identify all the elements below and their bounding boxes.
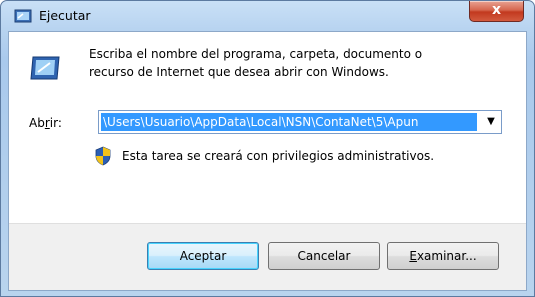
open-input[interactable]: \Users\Usuario\AppData\Local\NSN\ContaNe… xyxy=(101,113,477,131)
button-area: Aceptar Cancelar Examinar... xyxy=(9,223,526,290)
description-line: Escriba el nombre del programa, carpeta,… xyxy=(89,47,423,61)
shield-icon xyxy=(95,146,111,166)
cancel-button[interactable]: Cancelar xyxy=(268,242,380,270)
open-label-part: Ab xyxy=(29,116,45,130)
open-label-part: ir: xyxy=(49,116,62,130)
chevron-down-icon[interactable]: ▼ xyxy=(483,113,499,131)
browse-mnemonic: E xyxy=(409,249,417,263)
admin-note: Esta tarea se creará con privilegios adm… xyxy=(122,149,435,163)
dialog-body: Escriba el nombre del programa, carpeta,… xyxy=(8,31,527,291)
run-icon xyxy=(30,56,60,80)
window-title: Ejecutar xyxy=(39,8,91,23)
open-label: Abrir: xyxy=(29,116,62,130)
open-combobox[interactable]: \Users\Usuario\AppData\Local\NSN\ContaNe… xyxy=(98,110,502,134)
browse-label: xaminar... xyxy=(416,249,477,263)
browse-button[interactable]: Examinar... xyxy=(387,242,499,270)
run-icon xyxy=(14,9,32,23)
run-dialog: Ejecutar x Escriba el nombre del program… xyxy=(0,0,535,297)
title-bar[interactable]: Ejecutar x xyxy=(1,1,534,31)
ok-button[interactable]: Aceptar xyxy=(147,242,259,270)
description-line: recurso de Internet que desea abrir con … xyxy=(89,65,389,79)
description: Escriba el nombre del programa, carpeta,… xyxy=(89,45,499,81)
close-icon: x xyxy=(491,2,502,18)
close-button[interactable]: x xyxy=(469,1,524,22)
